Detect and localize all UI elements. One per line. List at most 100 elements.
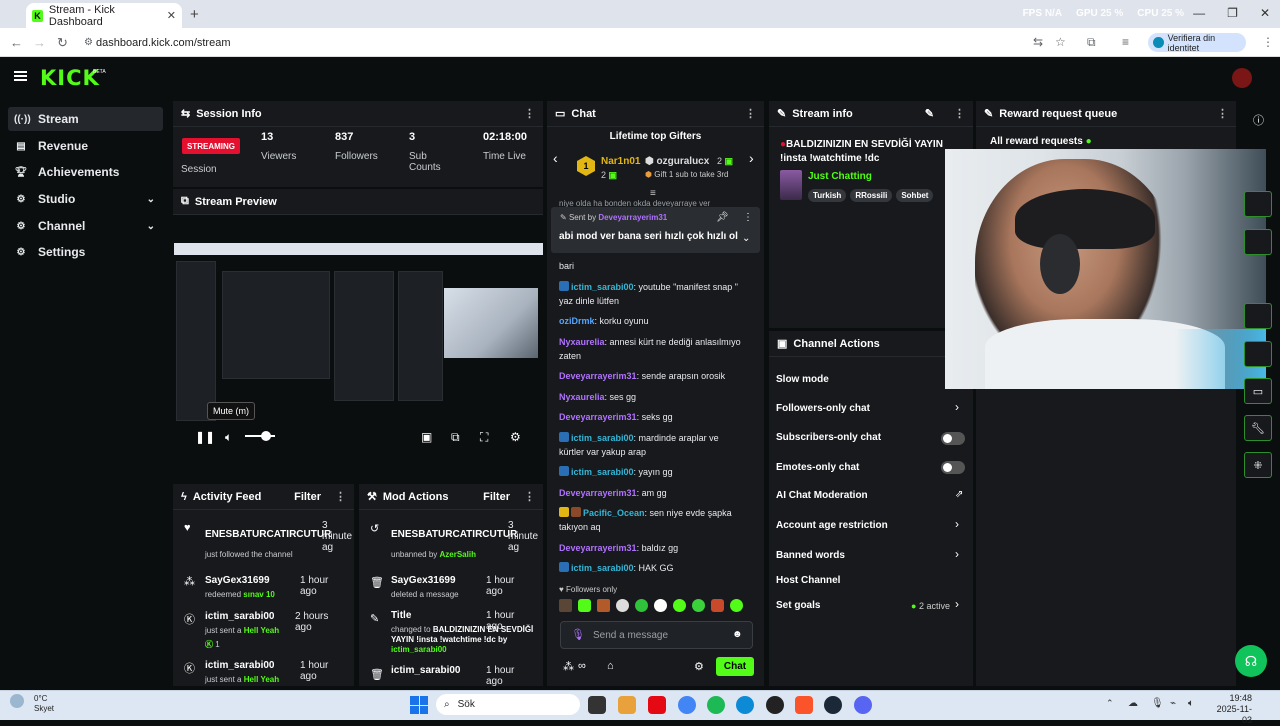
chat-username[interactable]: ictim_sarabi00 [571, 467, 634, 477]
netflix-icon[interactable] [648, 696, 666, 714]
sidebar-item-channel[interactable]: ⚙ Channel ⌄ [8, 214, 163, 238]
chat-username[interactable]: Deveyarrayerim31 [559, 412, 637, 422]
tag-chip[interactable]: RRossili [850, 189, 893, 202]
chat-username[interactable]: ictim_sarabi00 [571, 282, 634, 292]
infinity-icon[interactable]: ∞ [578, 660, 586, 672]
close-window-icon[interactable]: ✕ [1260, 6, 1270, 20]
emote-icon[interactable] [730, 599, 743, 612]
set-goals-item[interactable]: Set goals [776, 600, 820, 611]
emote-icon[interactable] [654, 599, 667, 612]
add-widget-icon[interactable]: ⁜ [1244, 452, 1272, 478]
account-age-item[interactable]: Account age restriction [776, 520, 888, 531]
verify-identity-button[interactable]: Verifiera din identitet [1148, 33, 1246, 53]
chevron-left-icon[interactable]: ‹ [553, 150, 558, 166]
speaker-icon[interactable]: 🔈︎ [1188, 698, 1194, 709]
microphone-icon[interactable]: 🎙︎ [571, 628, 585, 641]
translate-icon[interactable]: ⇆ [1033, 35, 1043, 49]
windows-start-icon[interactable] [410, 696, 428, 714]
pip-icon[interactable]: ⧉ [451, 430, 460, 445]
subscribers-only-item[interactable]: Subscribers-only chat [776, 432, 881, 443]
chat-username[interactable]: Deveyarrayerim31 [559, 543, 637, 553]
rail-button[interactable] [1244, 303, 1272, 329]
chat-username[interactable]: Nyxaurelia [559, 392, 605, 402]
chevron-down-icon[interactable]: ⌄ [742, 233, 750, 244]
weather-widget[interactable]: 0°C Skyet [34, 694, 54, 714]
edge-icon[interactable] [736, 696, 754, 714]
tray-chevron-icon[interactable]: ⌃ [1106, 698, 1114, 709]
site-info-icon[interactable]: ⚙ [84, 37, 93, 48]
obs-icon[interactable] [766, 696, 784, 714]
users-icon[interactable]: ⁂ [563, 660, 574, 673]
followers-only-item[interactable]: Followers-only chat [776, 403, 870, 414]
reading-list-icon[interactable]: ≡ [1122, 35, 1129, 49]
tag-chip[interactable]: Turkish [808, 189, 847, 202]
spotify-icon[interactable] [707, 696, 725, 714]
pause-icon[interactable]: ❚❚ [195, 430, 215, 444]
rail-button[interactable] [1244, 229, 1272, 255]
more-options-icon[interactable]: ⋮ [954, 107, 965, 120]
emotes-only-item[interactable]: Emotes-only chat [776, 462, 859, 473]
rail-button[interactable] [1244, 191, 1272, 217]
volume-icon[interactable]: 🔈︎ [225, 430, 232, 445]
chevron-right-icon[interactable]: › [955, 597, 959, 611]
emote-picker-icon[interactable]: ☻ [732, 629, 743, 640]
chrome-icon[interactable] [678, 696, 696, 714]
banned-words-item[interactable]: Banned words [776, 550, 845, 561]
more-options-icon[interactable]: ⋮ [743, 212, 753, 223]
more-options-icon[interactable]: ⋮ [524, 490, 535, 503]
browser-tab[interactable]: K Stream - Kick Dashboard ✕ [26, 3, 182, 28]
drag-handle-icon[interactable]: ≡ [650, 188, 656, 199]
taskbar-clock[interactable]: 19:48 2025-11-03 [1208, 693, 1252, 726]
mic-tray-icon[interactable]: 🎙︎ [1151, 698, 1164, 709]
filter-button[interactable]: Filter [483, 491, 510, 503]
close-tab-icon[interactable]: ✕ [167, 9, 176, 22]
sidebar-item-settings[interactable]: ⚙ Settings [8, 240, 163, 264]
extensions-icon[interactable]: ⧉ [1087, 35, 1096, 50]
url-field[interactable]: dashboard.kick.com/stream [96, 37, 231, 49]
more-options-icon[interactable]: ⋮ [524, 107, 535, 120]
more-options-icon[interactable]: ⋮ [745, 107, 756, 120]
network-icon[interactable]: ⌁ [1170, 698, 1176, 709]
all-reward-requests[interactable]: All reward requests ● [990, 136, 1092, 147]
support-chat-button[interactable]: ☊ [1235, 645, 1267, 677]
emote-icon[interactable] [578, 599, 591, 612]
minimize-icon[interactable]: — [1193, 6, 1205, 20]
emote-icon[interactable] [597, 599, 610, 612]
new-tab-icon[interactable]: + [190, 6, 199, 23]
file-explorer-icon[interactable] [618, 696, 636, 714]
forward-icon[interactable]: → [33, 35, 46, 50]
kick-logo[interactable]: KICK [40, 66, 100, 90]
pin-icon[interactable]: 📌︎ [716, 212, 729, 223]
emote-icon[interactable] [673, 599, 686, 612]
subscribers-only-toggle[interactable] [941, 432, 965, 445]
reload-icon[interactable]: ↻ [57, 35, 68, 51]
emote-icon[interactable] [616, 599, 629, 612]
tag-chip[interactable]: Sohbet [896, 189, 934, 202]
sidebar-item-studio[interactable]: ⚙ Studio ⌄ [8, 187, 163, 211]
back-icon[interactable]: ← [10, 35, 23, 50]
chevron-right-icon[interactable]: › [749, 150, 754, 166]
more-options-icon[interactable]: ⋮ [1217, 107, 1228, 120]
taskbar-search[interactable]: ⌕ Sök [436, 694, 580, 715]
brave-icon[interactable] [795, 696, 813, 714]
discord-icon[interactable] [854, 696, 872, 714]
chevron-right-icon[interactable]: › [955, 400, 959, 414]
hamburger-menu-icon[interactable] [14, 71, 27, 81]
more-options-icon[interactable]: ⋮ [335, 490, 346, 503]
info-icon[interactable]: ⓘ [1253, 112, 1264, 128]
emotes-only-toggle[interactable] [941, 461, 965, 474]
chevron-right-icon[interactable]: › [955, 547, 959, 561]
edit-icon[interactable]: ✎ [925, 107, 934, 120]
bookmark-star-icon[interactable]: ☆ [1055, 35, 1066, 49]
slow-mode-item[interactable]: Slow mode [776, 374, 829, 385]
steam-icon[interactable] [824, 696, 842, 714]
emote-icon[interactable] [559, 599, 572, 612]
emote-icon[interactable] [692, 599, 705, 612]
volume-slider-thumb[interactable] [261, 431, 271, 441]
chat-username[interactable]: ictim_sarabi00 [571, 433, 634, 443]
emote-icon[interactable] [711, 599, 724, 612]
user-avatar[interactable] [1232, 68, 1252, 88]
sidebar-item-stream[interactable]: ((·)) Stream [8, 107, 163, 131]
wrench-icon[interactable]: 🔧︎ [1244, 415, 1272, 441]
chevron-right-icon[interactable]: › [955, 517, 959, 531]
